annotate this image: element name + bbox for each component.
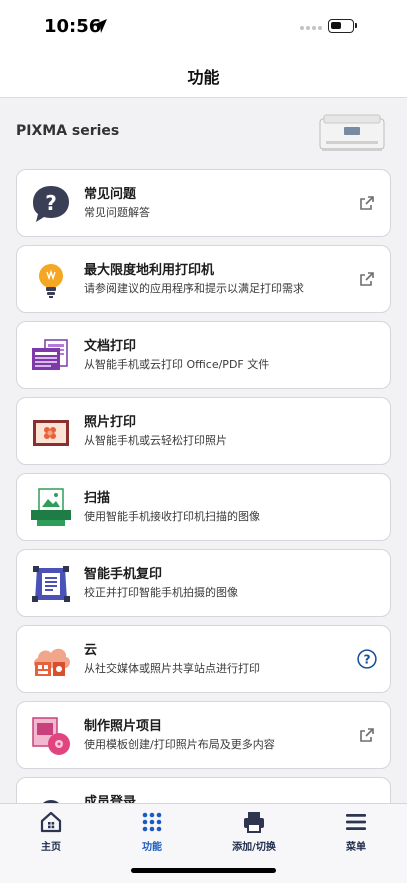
menu-icon	[346, 814, 366, 830]
feature-title: 云	[84, 643, 98, 658]
status-bar: 10:56	[0, 0, 407, 54]
feature-subtitle: 从社交媒体或照片共享站点进行打印	[84, 662, 260, 675]
feature-title: 扫描	[84, 491, 111, 506]
help-icon[interactable]: ?	[357, 649, 377, 669]
tab-add-switch[interactable]: 添加/切换	[214, 810, 294, 853]
feature-list: ? 常见问题 常见问题解答 最大限度地利用打印机 请参阅建议的应用程序和提示以满…	[16, 169, 391, 853]
feature-subtitle: 请参阅建议的应用程序和提示以满足打印需求	[84, 282, 304, 295]
printer-icon	[244, 812, 264, 833]
feature-subtitle: 常见问题解答	[84, 206, 150, 219]
lightbulb-icon	[39, 264, 63, 298]
feature-subtitle: 使用智能手机接收打印机扫描的图像	[84, 510, 260, 523]
external-link-icon[interactable]	[358, 194, 376, 212]
tab-label: 菜单	[346, 842, 366, 853]
feature-item-photo-project[interactable]: 制作照片项目 使用模板创建/打印照片布局及更多内容	[16, 701, 391, 769]
printer-image	[319, 114, 385, 151]
feature-subtitle: 从智能手机或云轻松打印照片	[84, 434, 227, 447]
photo-project-icon	[32, 717, 70, 755]
tab-label: 功能	[142, 842, 162, 853]
tab-menu[interactable]: 菜单	[316, 810, 396, 853]
printer-series-label: PIXMA series	[16, 123, 120, 139]
feature-item-photo-print[interactable]: 照片打印 从智能手机或云轻松打印照片	[16, 397, 391, 465]
svg-text:?: ?	[363, 652, 370, 666]
feature-subtitle: 使用模板创建/打印照片布局及更多内容	[84, 738, 275, 751]
tab-home[interactable]: 主页	[11, 810, 91, 853]
feature-title: 智能手机复印	[84, 567, 163, 582]
home-indicator[interactable]	[131, 868, 276, 873]
photo-print-icon	[33, 420, 69, 446]
navigation-bar: 功能	[0, 54, 407, 98]
external-link-icon[interactable]	[358, 270, 376, 288]
feature-title: 常见问题	[84, 187, 137, 202]
tab-functions[interactable]: 功能	[112, 810, 192, 853]
signal-icon	[300, 26, 322, 30]
page-title: 功能	[187, 67, 220, 87]
feature-title: 照片打印	[84, 415, 137, 430]
scan-icon	[31, 488, 71, 526]
document-print-icon	[32, 339, 68, 370]
feature-title: 制作照片项目	[84, 719, 163, 734]
feature-item-smartphone-copy[interactable]: 智能手机复印 校正并打印智能手机拍摄的图像	[16, 549, 391, 617]
feature-subtitle: 从智能手机或云打印 Office/PDF 文件	[84, 358, 270, 371]
external-link-icon[interactable]	[358, 726, 376, 744]
feature-item-scan[interactable]: 扫描 使用智能手机接收打印机扫描的图像	[16, 473, 391, 541]
location-arrow-icon	[93, 19, 107, 33]
feature-title: 文档打印	[84, 339, 137, 354]
feature-item-document-print[interactable]: 文档打印 从智能手机或云打印 Office/PDF 文件	[16, 321, 391, 389]
feature-subtitle: 校正并打印智能手机拍摄的图像	[84, 586, 238, 599]
cloud-icon	[33, 648, 71, 676]
feature-item-faq[interactable]: ? 常见问题 常见问题解答	[16, 169, 391, 237]
grid-icon	[142, 812, 162, 832]
tab-label: 添加/切换	[232, 842, 276, 853]
faq-icon: ?	[33, 186, 69, 222]
feature-item-cloud[interactable]: 云 从社交媒体或照片共享站点进行打印 ?	[16, 625, 391, 693]
tab-label: 主页	[41, 842, 61, 853]
smartphone-copy-icon	[32, 566, 70, 602]
svg-text:?: ?	[45, 191, 57, 215]
feature-title: 最大限度地利用打印机	[84, 263, 215, 278]
battery-icon	[328, 19, 357, 33]
printer-header[interactable]: PIXMA series	[0, 99, 407, 165]
feature-item-make-the-most[interactable]: 最大限度地利用打印机 请参阅建议的应用程序和提示以满足打印需求	[16, 245, 391, 313]
home-icon	[40, 811, 62, 833]
